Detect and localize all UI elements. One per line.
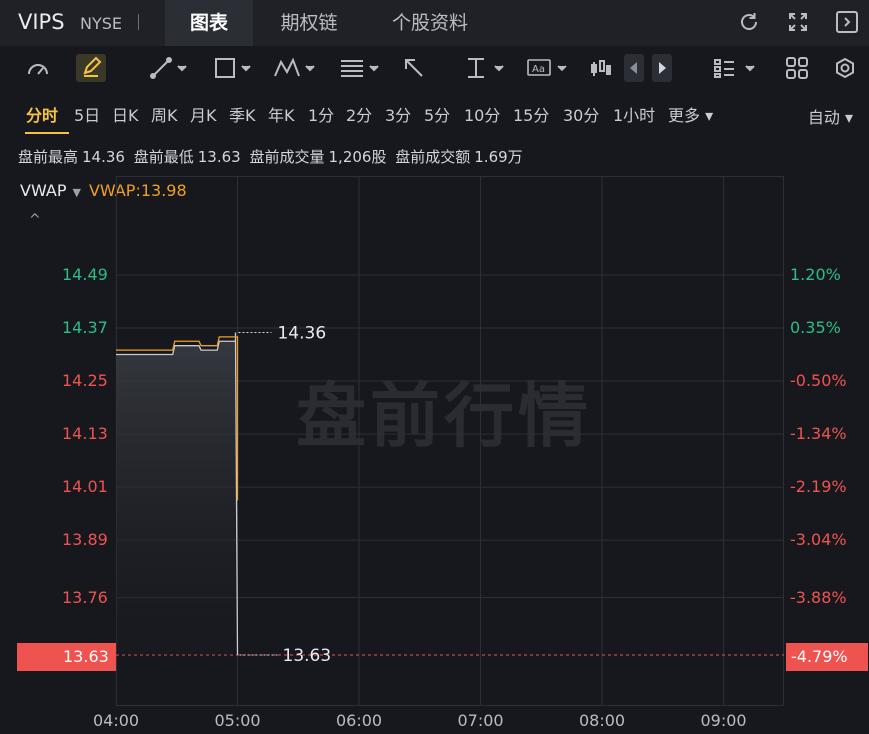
y-tick-label-pct: -3.04% [790,530,847,550]
price-chart[interactable]: 14.36 13.63 [116,176,784,706]
auto-scale-dropdown[interactable]: 自动 ▾ [808,104,853,128]
indicator-selector[interactable]: VWAP [20,181,66,200]
current-price: 13.63 [63,647,109,666]
arrow-tool-icon[interactable] [400,54,430,82]
x-tick-label: 05:00 [214,711,261,730]
period-more-label: 更多 [668,106,701,125]
ticker-symbol: VIPS [18,10,65,34]
list-icon[interactable] [712,54,758,82]
gauge-icon[interactable] [24,54,52,82]
collapse-icon[interactable]: ^ [29,212,41,228]
y-tick-label-pct: 1.20% [790,265,841,284]
pen-icon[interactable] [76,54,106,82]
stat-label: 盘前成交额 [395,148,471,166]
fib-tool-icon[interactable] [338,54,384,82]
period-tab[interactable]: 季K [229,102,256,126]
line-tool-icon[interactable] [148,54,192,82]
x-tick-label: 07:00 [457,711,504,730]
current-price-box: 13.63 [17,643,116,671]
caret-down-icon[interactable]: ▼ [72,186,80,199]
period-tabs: 分时 5日 日K 周K 月K 季K 年K 1分 2分 3分 5分 10分 15分… [0,92,869,134]
period-tab[interactable]: 分时 [26,102,58,126]
premarket-stats: 盘前最高 14.36 盘前最低 13.63 盘前成交量 1,206股 盘前成交额 1.6… [18,146,527,167]
divider [138,14,139,30]
period-tab[interactable]: 5分 [424,102,450,126]
y-tick-label-pct: -2.19% [790,477,847,497]
drawing-toolbar: Aa [0,46,869,90]
x-tick-label: 09:00 [700,711,747,730]
high-label: 14.36 [277,323,326,343]
y-tick-label-pct: -0.50% [790,371,847,391]
period-tab[interactable]: 年K [268,102,295,126]
refresh-icon[interactable] [736,9,762,35]
period-tab[interactable]: 日K [112,102,139,126]
low-label: 13.63 [283,646,332,666]
stat-value: 13.63 [197,148,241,166]
settings-icon[interactable] [833,54,857,82]
x-tick-label: 04:00 [93,711,140,730]
candles-icon[interactable] [590,54,612,82]
period-tab[interactable]: 5日 [74,102,100,126]
period-tab[interactable]: 1小时 [613,102,655,126]
period-tab[interactable]: 月K [190,102,217,126]
y-tick-label: 14.37 [62,318,108,338]
period-tab[interactable]: 30分 [563,102,599,126]
period-tab[interactable]: 10分 [464,102,500,126]
price-area [116,332,236,655]
rectangle-tool-icon[interactable] [212,54,256,82]
stat-label: 盘前最高 [18,148,79,166]
stat-value: 1,206股 [328,148,387,166]
period-tab[interactable]: 1分 [308,102,334,126]
grid-icon[interactable] [785,54,809,82]
text-tool-icon[interactable]: Aa [526,54,572,82]
period-more[interactable]: 更多 ▾ [668,102,713,126]
top-bar: VIPS NYSE 图表 期权链 个股资料 [0,0,869,46]
y-tick-label: 14.13 [62,424,108,444]
next-icon[interactable] [652,54,672,82]
y-tick-label: 14.01 [62,477,108,497]
chevron-down-icon: ▾ [705,106,714,125]
y-tick-label-pct: -3.88% [790,587,847,607]
y-tick-label: 14.49 [62,265,108,284]
period-tab[interactable]: 3分 [385,102,411,126]
current-pct: -4.79% [791,647,848,666]
x-tick-label: 06:00 [336,711,383,730]
tab-options-chain[interactable]: 期权链 [256,0,362,46]
active-period-underline [25,132,69,134]
fullscreen-icon[interactable] [785,9,811,35]
collapse-panel-icon[interactable] [834,9,860,35]
period-tab[interactable]: 15分 [513,102,549,126]
svg-text:Aa: Aa [532,64,545,75]
stat-value: 1.69万 [474,148,523,166]
prev-icon[interactable] [624,54,644,82]
stat-value: 14.36 [82,148,125,166]
tab-stock-profile[interactable]: 个股资料 [368,0,492,46]
measure-tool-icon[interactable] [463,54,509,82]
x-tick-label: 08:00 [579,711,626,730]
period-tab[interactable]: 2分 [346,102,372,126]
y-tick-label: 13.89 [62,530,108,550]
stat-label: 盘前最低 [133,148,194,166]
tab-chart[interactable]: 图表 [165,0,253,46]
y-tick-label: 13.76 [62,587,108,607]
current-pct-box: -4.79% [786,643,868,671]
pattern-tool-icon[interactable] [272,54,320,82]
stat-label: 盘前成交量 [249,148,325,166]
y-tick-label: 14.25 [62,371,108,391]
exchange-label: NYSE [80,14,123,33]
y-tick-label-pct: -1.34% [790,424,847,444]
period-tab[interactable]: 周K [151,102,178,126]
y-tick-label-pct: 0.35% [790,318,841,338]
